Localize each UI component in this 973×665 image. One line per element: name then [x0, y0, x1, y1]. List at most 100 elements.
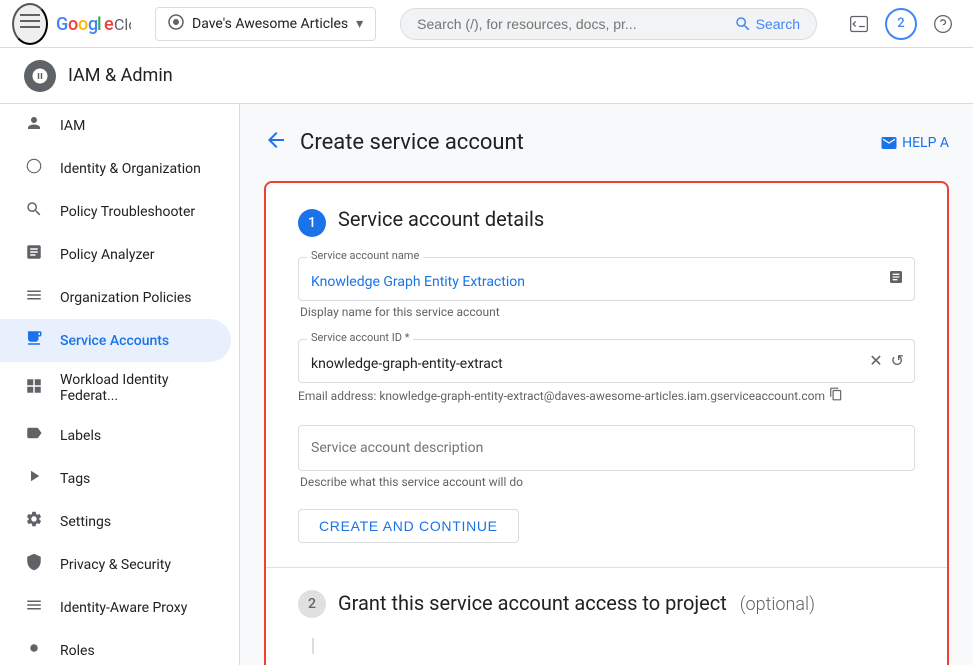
topbar: G o o g l e Cloud Dave's Awesome Article…	[0, 0, 973, 48]
step2-header: 2 Grant this service account access to p…	[298, 588, 915, 618]
sidebar: IAM Identity & Organization Policy Troub…	[0, 104, 240, 665]
service-account-id-input[interactable]	[299, 340, 914, 382]
service-account-id-group: Service account ID * ✕ ↺ Email address: …	[298, 339, 915, 405]
sidebar-item-org-policies[interactable]: Organization Policies	[0, 276, 231, 319]
iam-icon	[24, 114, 44, 137]
id-refresh-button[interactable]: ↺	[889, 349, 906, 373]
description-input[interactable]	[299, 426, 914, 470]
privacy-security-icon	[24, 553, 44, 576]
step1-badge: 1	[298, 209, 326, 237]
settings-icon	[24, 510, 44, 533]
step2-badge: 2	[298, 590, 326, 618]
id-clear-button[interactable]: ✕	[867, 349, 884, 373]
sidebar-item-policy-troubleshooter-label: Policy Troubleshooter	[60, 204, 195, 220]
sidebar-item-policy-analyzer-label: Policy Analyzer	[60, 247, 154, 263]
sidebar-item-roles[interactable]: Roles	[0, 629, 231, 665]
sidebar-item-labels-label: Labels	[60, 428, 101, 444]
org-policies-icon	[24, 286, 44, 309]
topbar-right: 2	[841, 6, 961, 42]
help-link[interactable]: HELP A	[880, 134, 949, 152]
svg-text:o: o	[78, 14, 88, 35]
service-accounts-icon	[24, 329, 44, 352]
sidebar-item-policy-troubleshooter[interactable]: Policy Troubleshooter	[0, 190, 231, 233]
step1-title: Service account details	[338, 207, 544, 231]
create-and-continue-button[interactable]: CREATE AND CONTINUE	[298, 509, 519, 543]
sidebar-item-iam[interactable]: IAM	[0, 104, 231, 147]
sidebar-item-identity-aware-proxy-label: Identity-Aware Proxy	[60, 600, 187, 616]
email-address-text: Email address: knowledge-graph-entity-ex…	[298, 389, 825, 403]
name-field-container: Service account name	[298, 257, 915, 301]
service-account-name-group: Service account name Display name for th…	[298, 257, 915, 319]
sidebar-item-privacy-security[interactable]: Privacy & Security	[0, 543, 231, 586]
id-field-container: Service account ID * ✕ ↺	[298, 339, 915, 383]
tags-icon	[24, 467, 44, 490]
search-input[interactable]	[417, 16, 733, 32]
name-field-hint: Display name for this service account	[298, 305, 915, 319]
step1-header: 1 Service account details	[298, 207, 915, 237]
id-field-actions: ✕ ↺	[867, 349, 906, 373]
sidebar-item-policy-analyzer[interactable]: Policy Analyzer	[0, 233, 231, 276]
search-bar[interactable]: Search	[400, 8, 817, 40]
svg-text:Cloud: Cloud	[114, 15, 131, 34]
policy-troubleshooter-icon	[24, 200, 44, 223]
sidebar-item-identity-aware-proxy[interactable]: Identity-Aware Proxy	[0, 586, 231, 629]
hamburger-menu[interactable]	[12, 3, 48, 45]
step2-section: 2 Grant this service account access to p…	[266, 568, 947, 638]
svg-text:G: G	[56, 14, 68, 35]
sidebar-item-tags-label: Tags	[60, 471, 90, 487]
main-layout: IAM Identity & Organization Policy Troub…	[0, 104, 973, 665]
notification-count: 2	[897, 16, 904, 31]
search-icon	[734, 15, 752, 33]
app-header: IAM & Admin	[0, 48, 973, 104]
identity-aware-proxy-icon	[24, 596, 44, 619]
roles-icon	[24, 639, 44, 662]
email-hint: Email address: knowledge-graph-entity-ex…	[298, 387, 915, 405]
description-group: Describe what this service account will …	[298, 425, 915, 489]
identity-org-icon	[24, 157, 44, 180]
search-button[interactable]: Search	[734, 15, 800, 33]
desc-hint: Describe what this service account will …	[298, 475, 915, 489]
page-title: Create service account	[300, 130, 524, 155]
terminal-button[interactable]	[841, 6, 877, 42]
service-account-name-input[interactable]	[299, 258, 914, 300]
sidebar-item-tags[interactable]: Tags	[0, 457, 231, 500]
step2-optional: (optional)	[740, 594, 815, 615]
app-header-icon	[24, 60, 56, 92]
name-field-icon	[888, 269, 904, 289]
dropdown-arrow-icon: ▾	[356, 16, 363, 32]
back-button[interactable]	[264, 128, 288, 157]
sidebar-item-identity-org-label: Identity & Organization	[60, 161, 201, 177]
sidebar-item-workload-identity[interactable]: Workload Identity Federat...	[0, 362, 231, 414]
sidebar-item-settings-label: Settings	[60, 514, 111, 530]
labels-icon	[24, 424, 44, 447]
sidebar-item-settings[interactable]: Settings	[0, 500, 231, 543]
main-content: Create service account HELP A 1 Service …	[240, 104, 973, 665]
sidebar-item-labels[interactable]: Labels	[0, 414, 231, 457]
policy-analyzer-icon	[24, 243, 44, 266]
sidebar-item-privacy-security-label: Privacy & Security	[60, 557, 171, 573]
sidebar-item-workload-identity-label: Workload Identity Federat...	[60, 372, 207, 404]
sidebar-item-identity-org[interactable]: Identity & Organization	[0, 147, 231, 190]
step3-section: 3 Grant users access to this service acc…	[266, 654, 947, 665]
help-label: HELP A	[902, 135, 949, 151]
google-cloud-logo: G o o g l e Cloud	[56, 12, 131, 36]
search-label: Search	[756, 16, 800, 32]
sidebar-item-service-accounts[interactable]: Service Accounts	[0, 319, 231, 362]
desc-field-container	[298, 425, 915, 471]
main-card: 1 Service account details Service accoun…	[264, 181, 949, 665]
sidebar-item-service-accounts-label: Service Accounts	[60, 333, 169, 349]
notification-badge[interactable]: 2	[885, 8, 917, 40]
step2-title: Grant this service account access to pro…	[338, 591, 815, 615]
page-header: Create service account HELP A	[264, 128, 949, 157]
copy-email-button[interactable]	[829, 387, 843, 405]
step1-section: 1 Service account details Service accoun…	[266, 183, 947, 568]
svg-text:e: e	[104, 14, 114, 35]
step-connector	[312, 638, 314, 654]
svg-text:o: o	[68, 14, 78, 35]
app-title: IAM & Admin	[68, 65, 173, 86]
sidebar-item-org-policies-label: Organization Policies	[60, 290, 192, 306]
svg-text:l: l	[97, 14, 102, 35]
project-selector[interactable]: Dave's Awesome Articles ▾	[155, 7, 376, 41]
project-name: Dave's Awesome Articles	[192, 16, 348, 32]
help-button[interactable]	[925, 6, 961, 42]
